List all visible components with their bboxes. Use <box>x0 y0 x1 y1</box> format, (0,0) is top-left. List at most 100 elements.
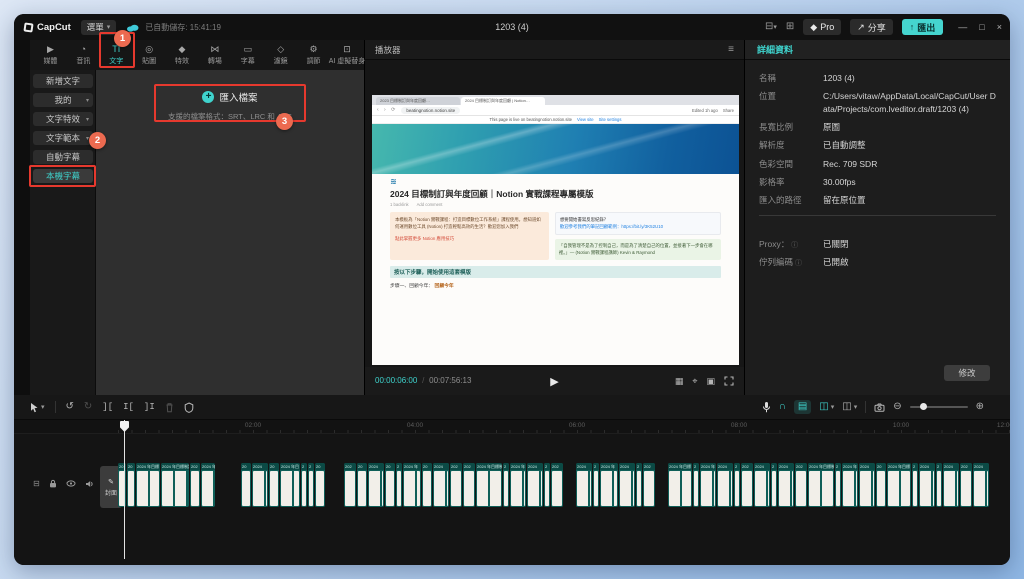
toolbar-tab[interactable]: ⚙ 調節 <box>297 44 330 66</box>
timeline-clip[interactable]: 2 <box>301 463 307 507</box>
timeline-ruler[interactable]: 02:0004:0006:0008:0010:0012:00 <box>14 420 1010 434</box>
timeline-clip[interactable]: 2024 <box>252 463 268 507</box>
timeline-clip[interactable]: 2024 年 <box>700 463 716 507</box>
snapshot-icon[interactable] <box>874 403 885 412</box>
toolbar-tab[interactable]: ▭ 字幕 <box>231 44 264 66</box>
toolbar-tab[interactable]: ⋈ 轉場 <box>198 44 231 66</box>
timeline-clip[interactable]: 2024 <box>778 463 794 507</box>
timeline-clip[interactable]: 2024 <box>619 463 635 507</box>
timeline-clip[interactable]: 2 <box>308 463 314 507</box>
timeline-clip[interactable]: 20 <box>241 463 251 507</box>
timeline-clip[interactable]: 202 <box>344 463 356 507</box>
timeline-clip[interactable]: 2024 <box>717 463 733 507</box>
pro-badge[interactable]: ◆ Pro <box>803 19 841 35</box>
timeline-clip[interactable]: 2024 年目 <box>280 463 300 507</box>
close-button[interactable]: × <box>997 22 1002 32</box>
timeline-clip[interactable]: 2 <box>636 463 642 507</box>
player-menu-icon[interactable]: ≡ <box>728 44 734 55</box>
timeline-clip[interactable]: 2024 年目標 <box>136 463 160 507</box>
lock-icon[interactable] <box>49 479 57 488</box>
timeline-clip[interactable]: 2024 <box>754 463 770 507</box>
redo-button[interactable]: ↻ <box>84 402 92 412</box>
hide-track-icon[interactable] <box>66 480 76 487</box>
timeline-clip[interactable]: 2024 <box>973 463 989 507</box>
zoom-slider-handle[interactable] <box>920 403 927 410</box>
sidebar-item[interactable]: 新增文字 ▾ <box>33 74 93 88</box>
timeline-clip[interactable]: 2 <box>593 463 599 507</box>
preview-axis-icon[interactable]: ◫▾ <box>819 402 834 412</box>
timeline-clip[interactable]: 202 <box>190 463 200 507</box>
mute-track-icon[interactable] <box>85 480 94 488</box>
export-button[interactable]: ↑ 匯出 <box>902 19 944 35</box>
timeline-clip[interactable]: 2 <box>396 463 402 507</box>
timeline-clip[interactable]: 20 <box>876 463 886 507</box>
toolbar-tab[interactable]: ⊡ AI 虛擬替身 <box>330 44 364 66</box>
sidebar-item[interactable]: 我的 ▾ <box>33 93 93 107</box>
timeline-clip[interactable]: 2 <box>936 463 942 507</box>
record-voiceover-icon[interactable] <box>762 401 771 413</box>
zoom-in-icon[interactable]: ⊕ <box>976 402 984 412</box>
toolbar-tab[interactable]: ◇ 濾鏡 <box>264 44 297 66</box>
timeline-clip[interactable]: 2024 <box>527 463 543 507</box>
timeline-clip[interactable]: 2024 年 <box>842 463 858 507</box>
ratio-icon[interactable]: ▣ <box>706 376 715 387</box>
timeline-clip[interactable]: 2024 年 <box>403 463 421 507</box>
timeline-clip[interactable]: 20 <box>269 463 279 507</box>
video-preview[interactable]: 2023 目標制訂與年度回顧… 2024 目標制訂與年度回顧 | Notion…… <box>372 95 739 365</box>
timeline-clip[interactable]: 2024 <box>576 463 592 507</box>
timeline-clip[interactable]: 202 <box>450 463 462 507</box>
layout-panels-icon[interactable]: ⊟▾ <box>765 22 777 32</box>
maximize-button[interactable]: □ <box>979 22 984 32</box>
timeline-clip[interactable]: 2024 <box>433 463 449 507</box>
collapse-track-icon[interactable]: ⊟ <box>33 479 40 488</box>
timeline-clip[interactable]: 202 <box>960 463 972 507</box>
timeline-clip[interactable]: 2024 年目標制 <box>476 463 502 507</box>
auto-layer-icon[interactable]: ▤ <box>794 400 811 414</box>
focus-icon[interactable]: ⌖ <box>692 376 697 387</box>
undo-button[interactable]: ↺ <box>66 402 74 412</box>
timeline-clip[interactable]: 2024 年目標 <box>887 463 911 507</box>
fullscreen-icon[interactable] <box>724 376 734 386</box>
timeline-clip[interactable]: 2024 <box>368 463 384 507</box>
timeline-clip[interactable]: 2024 <box>943 463 959 507</box>
timeline-clip[interactable]: 2024 <box>859 463 875 507</box>
timeline-clip[interactable]: 2024 <box>919 463 935 507</box>
zoom-out-icon[interactable]: ⊖ <box>893 402 901 412</box>
timeline-clip[interactable]: 20 <box>357 463 367 507</box>
share-button[interactable]: ↗ 分享 <box>850 19 893 35</box>
mask-tool[interactable] <box>184 402 194 413</box>
play-button[interactable]: ▶ <box>550 375 558 388</box>
sidebar-item[interactable]: 自動字幕 ▾ <box>33 150 93 164</box>
cloud-sync-icon[interactable] <box>126 23 139 32</box>
toolbar-tab[interactable]: ◔ 音訊 <box>67 44 100 66</box>
delete-button[interactable] <box>165 402 174 413</box>
timeline-clip[interactable]: 20 <box>422 463 432 507</box>
timeline-clip[interactable]: 202 <box>551 463 563 507</box>
timeline-clip[interactable]: 2 <box>912 463 918 507</box>
timeline-zoom-slider[interactable] <box>910 406 968 408</box>
minimize-button[interactable]: — <box>958 22 967 32</box>
timeline-clip[interactable]: 2024 年目標制訂 <box>161 463 189 507</box>
select-tool[interactable]: ▾ <box>30 402 45 413</box>
timeline-clip[interactable]: 2 <box>544 463 550 507</box>
toolbar-tab[interactable]: ◎ 貼圖 <box>133 44 166 66</box>
grid-layout-icon[interactable]: ⊞ <box>786 22 794 32</box>
sidebar-item[interactable]: 文字範本 ▾ <box>33 131 93 145</box>
timeline-clip[interactable]: 2 <box>771 463 777 507</box>
timeline-clip[interactable]: 2 <box>734 463 740 507</box>
timeline-clip[interactable]: 2024 年目標制 <box>808 463 834 507</box>
timeline-clip[interactable]: 202 <box>463 463 475 507</box>
timeline-clip[interactable]: 2 <box>835 463 841 507</box>
delete-left-tool[interactable]: I[ <box>123 403 134 412</box>
timeline-clip[interactable]: 20 <box>385 463 395 507</box>
toolbar-tab[interactable]: ▶ 媒體 <box>34 44 67 66</box>
timeline-clip[interactable]: 202 <box>795 463 807 507</box>
modify-button[interactable]: 修改 <box>944 365 990 381</box>
timeline-clip[interactable]: 2024 年 <box>600 463 618 507</box>
playhead[interactable] <box>124 420 125 559</box>
timeline-clip[interactable]: 2024 年目標 <box>668 463 692 507</box>
magnet-snap-icon[interactable]: ∩ <box>779 402 786 412</box>
timeline-clip[interactable]: 2 <box>693 463 699 507</box>
timeline-clip[interactable]: 2024 年 <box>201 463 215 507</box>
delete-right-tool[interactable]: ]I <box>144 403 155 412</box>
